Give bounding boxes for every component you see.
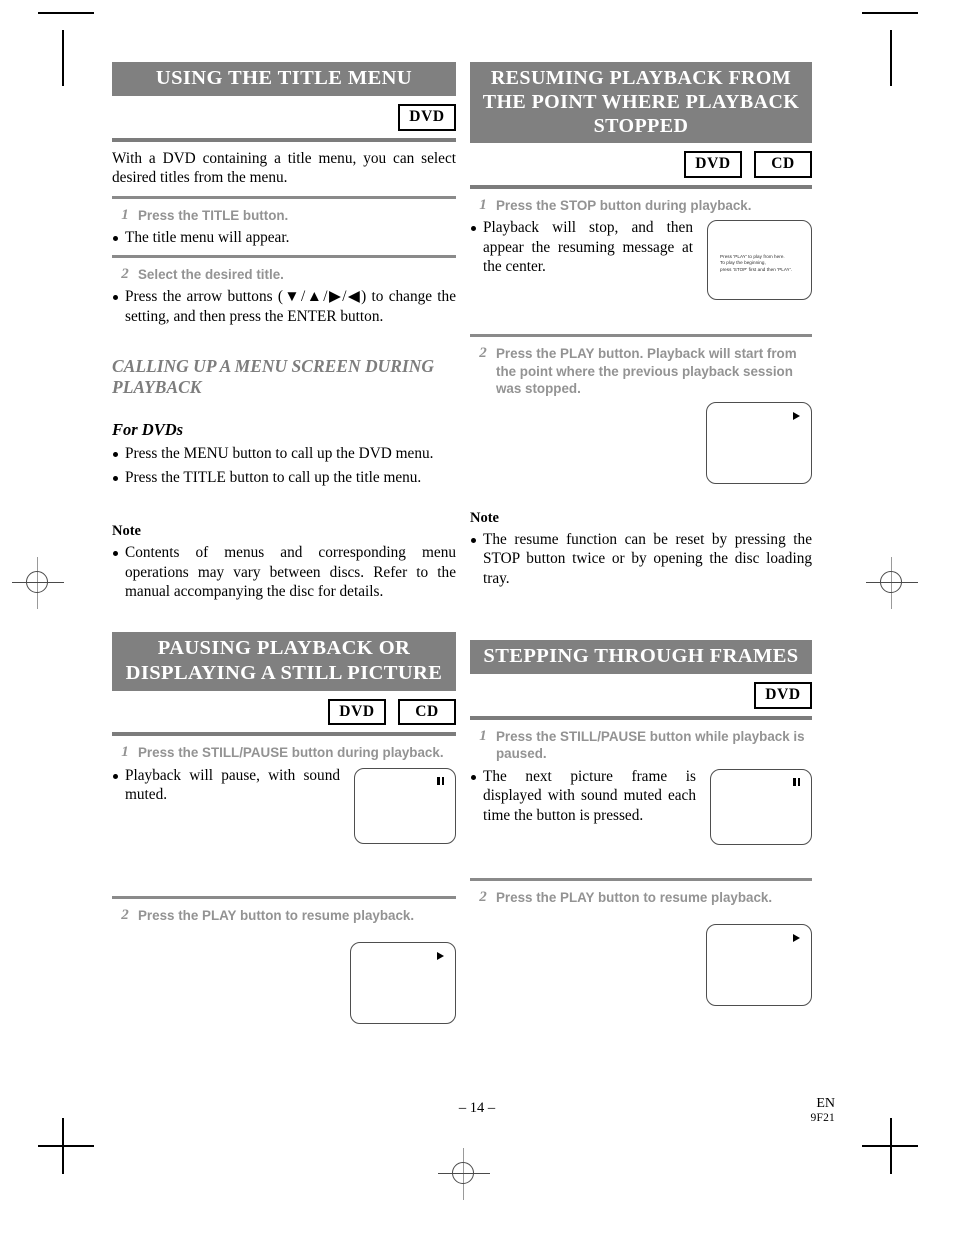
step-bullet: The title menu will appear.	[112, 228, 456, 248]
step-text: Press the STOP button during playback.	[496, 197, 752, 213]
play-icon	[793, 934, 800, 942]
step-rule	[112, 195, 456, 199]
step-number: 2	[479, 888, 487, 905]
step-text: Select the desired title.	[138, 266, 284, 282]
step-number: 2	[121, 906, 129, 923]
crop-mark-bottom-left-h	[38, 1145, 94, 1147]
subsection-calling-up-menu-screen: CALLING UP A MENU SCREEN DURING PLAYBACK…	[112, 356, 456, 602]
note-bullet: The resume function can be reset by pres…	[470, 530, 812, 589]
step-body	[470, 401, 812, 488]
step-text: Press the PLAY button to resume playback…	[138, 907, 415, 923]
step-bullet: Press the arrow buttons (▼/▲/▶/◀) to cha…	[112, 287, 456, 326]
section-rule	[470, 715, 812, 720]
section-using-the-title-menu: USING THE TITLE MENU DVD With a DVD cont…	[112, 62, 456, 326]
step-number: 2	[121, 265, 129, 282]
disc-badge-dvd: DVD	[328, 698, 386, 725]
section-rule	[470, 184, 812, 189]
step-1: 1 Press the STILL/PAUSE button during pl…	[112, 744, 456, 762]
step-number: 1	[121, 206, 129, 223]
section-heading: PAUSING PLAYBACK OR DISPLAYING A STILL P…	[112, 631, 456, 691]
step-number: 2	[479, 345, 487, 361]
section-rule	[112, 137, 456, 142]
step-rule	[112, 254, 456, 258]
disc-badge-dvd: DVD	[398, 104, 456, 131]
disc-badge-row: DVD	[470, 682, 812, 709]
step-bullet: Playback will stop, and then appear the …	[470, 218, 812, 277]
step-text: Press the PLAY button to resume playback…	[496, 889, 773, 905]
step-rule	[112, 895, 456, 899]
play-icon	[437, 952, 444, 960]
right-column: RESUMING PLAYBACK FROM THE POINT WHERE P…	[470, 62, 812, 1010]
crop-mark-top-right-h	[862, 12, 918, 14]
registration-mark-bottom	[438, 1148, 490, 1200]
tv-screen-illustration	[706, 924, 812, 1006]
step-text: Press the STILL/PAUSE button during play…	[138, 745, 444, 760]
step-2: 2 Press the PLAY button to resume playba…	[112, 907, 456, 925]
step-body: The next picture frame is displayed with…	[470, 767, 812, 849]
section-heading: RESUMING PLAYBACK FROM THE POINT WHERE P…	[470, 62, 812, 143]
left-column: USING THE TITLE MENU DVD With a DVD cont…	[112, 62, 456, 1028]
step-bullet: Playback will pause, with sound muted.	[112, 766, 456, 805]
crop-mark-top-left-v	[62, 30, 64, 86]
play-icon	[793, 411, 800, 420]
registration-mark-left	[12, 557, 64, 609]
step-bullet: The next picture frame is displayed with…	[470, 767, 812, 826]
disc-badge-cd: CD	[754, 151, 812, 178]
step-2: 2 Press the PLAY button. Playback will s…	[470, 345, 812, 398]
registration-mark-right	[866, 557, 918, 609]
disc-badge-dvd: DVD	[684, 151, 742, 178]
subsection-sub-heading: For DVDs	[112, 420, 184, 439]
step-rule	[470, 334, 812, 337]
subsection-heading: CALLING UP A MENU SCREEN DURING PLAYBACK	[112, 356, 435, 397]
section-heading: USING THE TITLE MENU	[112, 62, 456, 96]
step-2: 2 Select the desired title.	[112, 266, 456, 284]
disc-badge-row: DVD CD	[112, 698, 456, 725]
step-1: 1 Press the TITLE button.	[112, 207, 456, 225]
disc-badge-row: DVD	[112, 104, 456, 131]
section-resuming-playback: RESUMING PLAYBACK FROM THE POINT WHERE P…	[470, 62, 812, 588]
note-label: Note	[470, 509, 499, 526]
document-code: 9F21	[810, 1112, 835, 1124]
manual-page: USING THE TITLE MENU DVD With a DVD cont…	[0, 0, 954, 1235]
tv-screen-illustration	[350, 942, 456, 1024]
step-body: Playback will pause, with sound muted.	[112, 766, 456, 848]
disc-badge-dvd: DVD	[754, 682, 812, 709]
step-number: 1	[121, 744, 129, 760]
step-text: Press the TITLE button.	[138, 207, 289, 223]
step-body	[112, 928, 456, 1028]
section-stepping-through-frames: STEPPING THROUGH FRAMES DVD 1 Press the …	[470, 640, 812, 1010]
crop-mark-top-right-v	[890, 30, 892, 86]
section-intro-text: With a DVD containing a title menu, you …	[112, 149, 456, 187]
disc-badge-cd: CD	[398, 698, 456, 725]
footer-imprint: EN 9F21	[811, 1096, 835, 1126]
disc-badge-row: DVD CD	[470, 151, 812, 178]
step-text: Press the PLAY button. Playback will sta…	[496, 346, 797, 396]
step-text: Press the STILL/PAUSE button while playb…	[496, 728, 805, 762]
note-label: Note	[112, 523, 141, 539]
crop-mark-bottom-left-v	[62, 1118, 64, 1174]
section-heading: STEPPING THROUGH FRAMES	[470, 640, 812, 674]
step-1: 1 Press the STOP button during playback.	[470, 197, 812, 215]
language-code: EN	[816, 1096, 835, 1111]
step-body	[470, 910, 812, 1010]
step-2: 2 Press the PLAY button to resume playba…	[470, 889, 812, 907]
subsection-bullet: Press the TITLE button to call up the ti…	[112, 468, 456, 488]
step-number: 1	[479, 196, 487, 213]
section-rule	[112, 732, 456, 736]
crop-mark-top-left-h	[38, 12, 94, 14]
crop-mark-bottom-right-v	[890, 1118, 892, 1174]
step-1: 1 Press the STILL/PAUSE button while pla…	[470, 728, 812, 763]
subsection-bullet: Press the MENU button to call up the DVD…	[112, 444, 456, 464]
step-number: 1	[479, 727, 487, 744]
section-pausing-playback: PAUSING PLAYBACK OR DISPLAYING A STILL P…	[112, 631, 456, 1029]
step-rule	[470, 877, 812, 881]
step-body: Press 'PLAY' to play from here. To play …	[470, 218, 812, 304]
note-bullet: Contents of menus and corresponding menu…	[112, 543, 456, 602]
tv-screen-illustration	[706, 401, 812, 484]
